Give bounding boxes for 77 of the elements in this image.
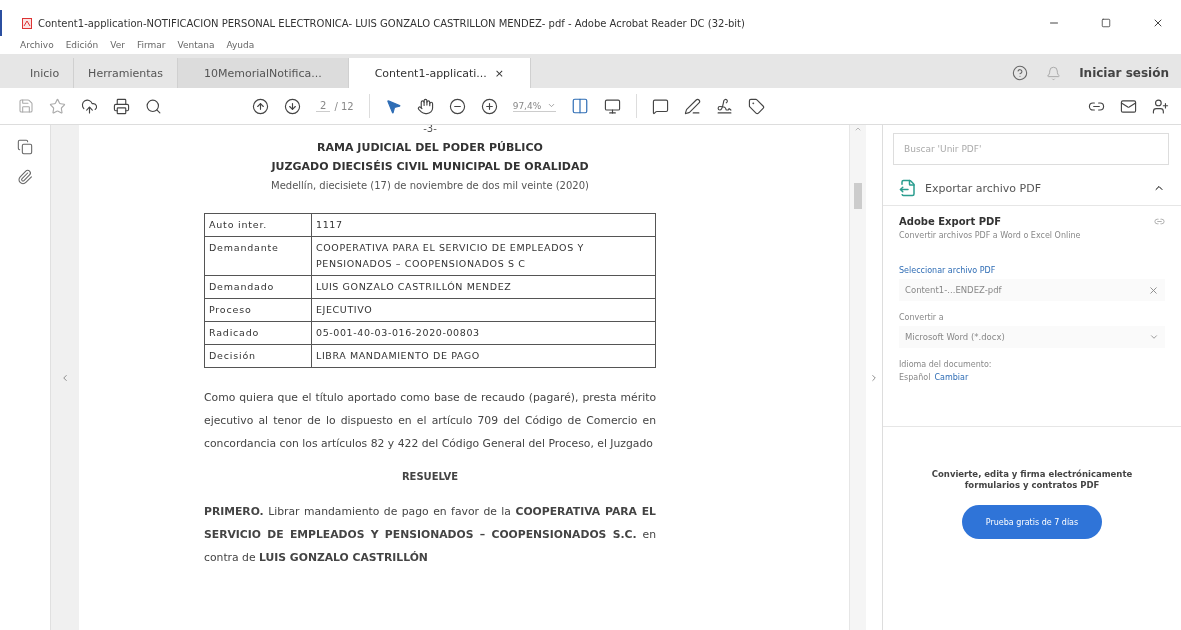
highlight-pen-icon[interactable]: [684, 97, 702, 115]
page-layout-icon[interactable]: [571, 97, 590, 115]
menu-item[interactable]: Archivo: [20, 40, 54, 50]
page-number-field[interactable]: 2: [316, 100, 331, 112]
clear-icon[interactable]: [1148, 284, 1159, 296]
page-total: / 12: [334, 100, 354, 112]
table-cell: Proceso: [204, 298, 312, 322]
attachment-icon[interactable]: [17, 169, 33, 185]
help-icon[interactable]: [1012, 65, 1029, 81]
tab[interactable]: Content1-applicati... ×: [348, 58, 532, 88]
tab-close-button[interactable]: ×: [494, 66, 505, 80]
pointer-icon[interactable]: [384, 97, 402, 115]
language-value: Español: [899, 373, 931, 382]
search-field[interactable]: Buscar 'Unir PDF': [893, 133, 1169, 165]
zoom-out-icon[interactable]: [448, 97, 466, 115]
table-cell: Radicado: [204, 321, 312, 345]
scrollbar[interactable]: [849, 125, 866, 630]
caret-icon: [1149, 332, 1159, 342]
menu-item[interactable]: Ver: [110, 40, 125, 50]
add-user-icon[interactable]: [1152, 97, 1169, 115]
app-icon: [22, 17, 32, 29]
search-icon[interactable]: [145, 97, 162, 115]
zoom-dropdown[interactable]: 97,4%: [512, 100, 557, 112]
table-cell: Decisión: [204, 344, 312, 368]
pane-subtitle: Convertir archivos PDF a Word o Excel Online: [899, 231, 1082, 240]
menu-item[interactable]: Ayuda: [226, 40, 255, 50]
file-field[interactable]: Content1-...ENDEZ-pdf: [899, 279, 1165, 301]
pane-heading: Adobe Export PDF: [899, 216, 1003, 227]
menu-item[interactable]: Edición: [65, 40, 99, 50]
print-icon[interactable]: [113, 97, 130, 115]
document-paragraph: Como quiera que el título aportado como base de recaudo (pagaré), presta mérito ejecutivo al tenor de lo dispuesto en el artículo 709 del Código de Comercio en concordancia con los artículos 82 y 422 del Código General del Proceso, el Juzgado: [204, 390, 656, 452]
star-icon[interactable]: [49, 97, 66, 115]
next-page-icon[interactable]: [284, 97, 301, 115]
scrollbar-thumb[interactable]: [854, 183, 862, 209]
change-link[interactable]: Cambiar: [934, 373, 969, 382]
zoom-in-icon[interactable]: [480, 97, 498, 115]
table-cell: LIBRA MANDAMIENTO DE PAGO: [311, 344, 656, 368]
window-title: Content1-application-NOTIFICACION PERSONAL ELECTRONICA- LUIS GONZALO CASTRILLON MENDEZ- pdf - Adobe Acrobat Reader DC (32-bit): [38, 17, 746, 29]
sign-in-link[interactable]: Iniciar sesión: [1079, 66, 1169, 80]
export-pdf-icon: [899, 179, 917, 197]
table-cell: Demandado: [204, 275, 312, 299]
table-cell: LUIS GONZALO CASTRILLÓN MENDEZ: [311, 275, 656, 299]
section-header[interactable]: Exportar archivo PDF: [883, 171, 1181, 206]
table-cell: EJECUTIVO: [311, 298, 656, 322]
signature-icon[interactable]: [716, 97, 734, 115]
previous-page-icon[interactable]: [252, 97, 269, 115]
field-label: Convertir a: [899, 313, 945, 322]
presentation-icon[interactable]: [604, 97, 622, 115]
tab[interactable]: 10MemorialNotifica...: [178, 58, 349, 88]
page-mark: -3-: [423, 125, 437, 135]
document-paragraph: PRIMERO. Librar mandamiento de pago en favor de la COOPERATIVA PARA EL SERVICIO DE EMPLEADOS Y PENSIONADOS – COOPENSIONADOS S.C. en contra de LUIS GONZALO CASTRILLÓN: [204, 504, 656, 566]
tab[interactable]: Inicio: [16, 58, 75, 88]
table-cell: 1117: [311, 213, 656, 237]
trial-button[interactable]: Prueba gratis de 7 días: [961, 505, 1103, 539]
select-file-link[interactable]: Seleccionar archivo PDF: [899, 266, 1165, 275]
menu-item[interactable]: Firmar: [136, 40, 166, 50]
pages-icon[interactable]: [17, 139, 33, 155]
table-cell: Auto inter.: [204, 213, 312, 237]
tag-icon[interactable]: [748, 97, 766, 115]
cloud-upload-icon[interactable]: [81, 97, 98, 115]
comment-icon[interactable]: [652, 97, 670, 115]
mail-icon[interactable]: [1120, 97, 1137, 115]
menu-item[interactable]: Ventana: [177, 40, 215, 50]
document-heading: JUZGADO DIECISÉIS CIVIL MUNICIPAL DE ORALIDAD: [271, 160, 589, 173]
table-cell: 05-001-40-03-016-2020-00803: [311, 321, 656, 345]
document-heading: RAMA JUDICIAL DEL PODER PÚBLICO: [317, 141, 543, 154]
document-date: Medellín, diecisiete (17) de noviembre de dos mil veinte (2020): [271, 180, 589, 191]
format-dropdown[interactable]: Microsoft Word (*.docx): [899, 326, 1165, 348]
table-cell: Demandante: [204, 236, 312, 276]
field-label: Idioma del documento:: [899, 360, 993, 369]
caret-icon: [547, 101, 557, 110]
hand-icon[interactable]: [416, 97, 434, 115]
table-cell: COOPERATIVA PARA EL SERVICIO DE EMPLEADOS Y PENSIONADOS – COOPENSIONADOS S C: [311, 236, 656, 276]
document-heading: RESUELVE: [401, 471, 459, 482]
close-icon: [1152, 17, 1164, 29]
promo-text: Convierte, edita y firma electrónicamente formularios y contratos PDF: [930, 469, 1134, 491]
maximize-icon: [1101, 18, 1111, 28]
